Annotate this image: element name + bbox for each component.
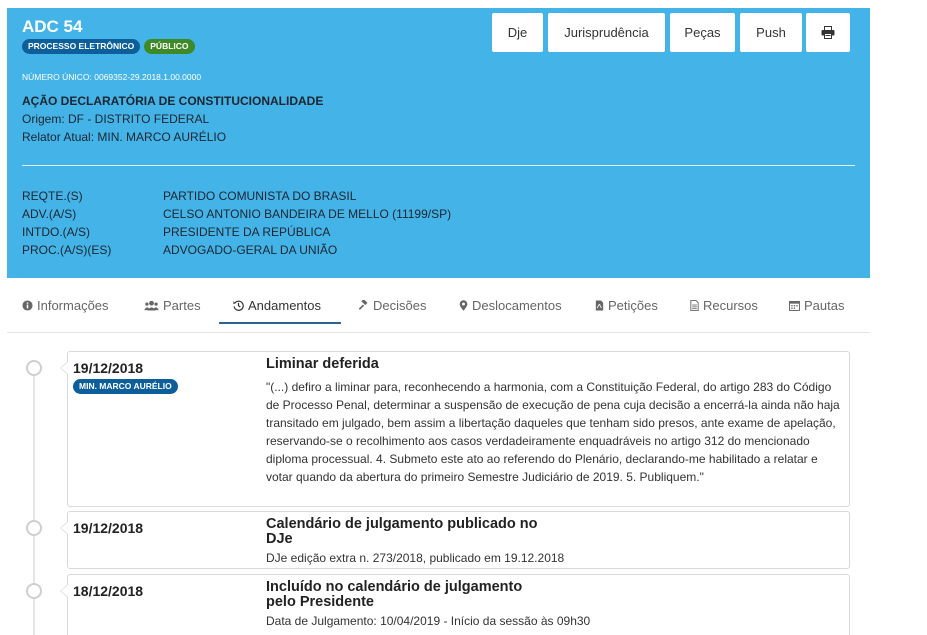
push-button[interactable]: Push: [740, 13, 802, 52]
card-arrow: [60, 361, 68, 375]
andamento-card: 19/12/2018 Calendário de julgamento publ…: [60, 511, 850, 569]
tab-pautas[interactable]: Pautas: [789, 298, 844, 313]
andamento-date: 18/12/2018: [73, 583, 144, 599]
andamento-title-line: DJe: [266, 531, 293, 547]
andamento-title-line: Incluído no calendário de julgamento: [266, 579, 523, 595]
party-value: CELSO ANTONIO BANDEIRA DE MELLO (11199/S…: [163, 207, 452, 221]
tab-deslocamentos[interactable]: Deslocamentos: [459, 298, 562, 313]
process-class: AÇÃO DECLARATÓRIA DE CONSTITUCIONALIDADE: [22, 94, 324, 108]
andamento-title: Incluído no calendário de julgamento pel…: [266, 580, 522, 610]
gavel-icon: [358, 300, 368, 310]
timeline-dot: [26, 360, 42, 376]
numero-unico: NÚMERO ÚNICO: 0069352-29.2018.1.00.0000: [22, 72, 202, 82]
electronic-process-badge: PROCESSO ELETRÔNICO: [22, 39, 141, 54]
party-label: ADV.(A/S): [22, 207, 77, 221]
timeline-dot: [26, 583, 42, 599]
tab-label: Recursos: [703, 298, 758, 313]
pdf-file-icon: [595, 300, 604, 311]
tab-label: Petições: [608, 298, 658, 313]
card-arrow: [60, 521, 68, 535]
process-tabs: Informações Partes Andamentos Decisões D…: [7, 278, 870, 333]
tab-andamentos[interactable]: Andamentos: [233, 298, 321, 313]
andamento-text: "(...) defiro a liminar para, reconhecen…: [266, 380, 840, 484]
andamento-date: 19/12/2018: [73, 360, 144, 376]
print-button[interactable]: [806, 13, 850, 52]
tab-label: Andamentos: [248, 298, 321, 313]
party-label: REQTE.(S): [22, 189, 83, 203]
header-divider: [22, 165, 855, 166]
andamento-card: 18/12/2018 Incluído no calendário de jul…: [60, 574, 850, 635]
process-badges: PROCESSO ELETRÔNICO PÚBLICO: [22, 39, 195, 54]
andamento-title-line: Calendário de julgamento publicado no: [266, 516, 538, 532]
minister-badge: MIN. MARCO AURÉLIO: [73, 379, 178, 394]
party-value: PRESIDENTE DA REPÚBLICA: [163, 225, 331, 239]
andamento-text: Data de Julgamento: 10/04/2019 - Início …: [266, 614, 591, 628]
andamento-title: Liminar deferida: [266, 356, 379, 372]
process-header: ADC 54 PROCESSO ELETRÔNICO PÚBLICO NÚMER…: [7, 8, 870, 278]
file-text-icon: [690, 300, 699, 311]
tab-decisoes[interactable]: Decisões: [358, 298, 426, 313]
tab-informacoes[interactable]: Informações: [22, 298, 109, 313]
tab-label: Pautas: [804, 298, 845, 313]
tab-peticoes[interactable]: Petições: [595, 298, 658, 313]
tab-label: Deslocamentos: [472, 298, 562, 313]
tab-label: Informações: [37, 298, 109, 313]
tab-label: Partes: [163, 298, 201, 313]
timeline-dot: [26, 520, 42, 536]
history-icon: [233, 300, 244, 311]
andamento-text: DJe edição extra n. 273/2018, publicado …: [266, 551, 565, 565]
tab-partes[interactable]: Partes: [144, 298, 201, 313]
dje-button[interactable]: Dje: [492, 13, 543, 52]
andamento-title: Calendário de julgamento publicado no DJ…: [266, 517, 538, 547]
map-marker-icon: [459, 300, 468, 311]
tab-recursos[interactable]: Recursos: [690, 298, 758, 313]
users-icon: [144, 300, 159, 311]
jurisprudencia-button[interactable]: Jurisprudência: [548, 13, 665, 52]
public-badge: PÚBLICO: [144, 39, 195, 54]
andamento-title-line: pelo Presidente: [266, 594, 374, 610]
card-arrow: [60, 584, 68, 598]
andamento-card: 19/12/2018 MIN. MARCO AURÉLIO Liminar de…: [60, 351, 850, 507]
tab-label: Decisões: [373, 298, 427, 313]
party-label: INTDO.(A/S): [22, 225, 90, 239]
process-rapporteur: Relator Atual: MIN. MARCO AURÉLIO: [22, 130, 227, 144]
printer-icon: [821, 26, 835, 39]
calendar-icon: [789, 300, 800, 311]
active-tab-indicator: [219, 322, 341, 324]
info-circle-icon: [22, 300, 33, 311]
process-origin: Origem: DF - DISTRITO FEDERAL: [22, 112, 210, 126]
party-value: ADVOGADO-GERAL DA UNIÃO: [163, 243, 338, 257]
andamento-date: 19/12/2018: [73, 520, 144, 536]
party-value: PARTIDO COMUNISTA DO BRASIL: [163, 189, 357, 203]
party-label: PROC.(A/S)(ES): [22, 243, 112, 257]
process-title: ADC 54: [22, 17, 83, 36]
pecas-button[interactable]: Peças: [670, 13, 735, 52]
